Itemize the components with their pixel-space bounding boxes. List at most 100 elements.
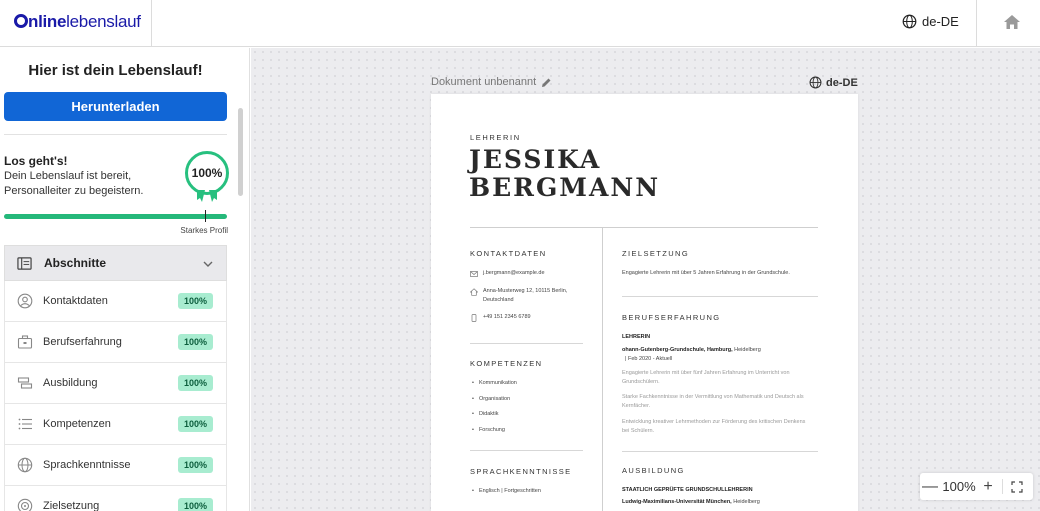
section-status-badge: 100% xyxy=(177,416,213,432)
section-status-badge: 100% xyxy=(177,498,213,511)
degree-title: STAATLICH GEPRÜFTE GRUNDSCHULLEHRERIN xyxy=(622,487,753,493)
phone-icon xyxy=(471,314,477,322)
job-bullet-3-line2: bei Schülern. xyxy=(622,428,655,434)
section-item-label: Ausbildung xyxy=(43,377,98,389)
top-divider xyxy=(976,0,977,47)
objective-text: Engagierte Lehrerin mit über 5 Jahren Er… xyxy=(622,270,790,276)
resume-last-name: BERGMANN xyxy=(469,173,661,202)
document-name-label: Dokument unbenannt xyxy=(431,76,537,88)
school-city: Heidelberg xyxy=(733,499,760,505)
resume-name: JESSIKA BERGMANN xyxy=(469,146,660,202)
section-item-label: Zielsetzung xyxy=(43,500,100,511)
resume-divider xyxy=(622,296,818,297)
sections-icon xyxy=(17,256,32,270)
sections-label: Abschnitte xyxy=(44,256,107,270)
section-item-ausbildung[interactable]: Ausbildung 100% xyxy=(4,363,227,404)
section-item-label: Berufserfahrung xyxy=(43,336,122,348)
experience-heading: BERUFSERFAHRUNG xyxy=(622,313,721,322)
resume-email: j.bergmann@example.de xyxy=(483,270,545,276)
editor-canvas: Dokument unbenannt de-DE LEHRERIN JESSIK… xyxy=(251,48,1040,511)
completion-badge: 100% xyxy=(185,151,229,195)
logo-text: lebenslauf xyxy=(66,12,141,31)
section-item-kompetenzen[interactable]: Kompetenzen 100% xyxy=(4,404,227,445)
section-item-kontaktdaten[interactable]: Kontaktdaten 100% xyxy=(4,281,227,322)
fullscreen-icon[interactable] xyxy=(1011,480,1023,493)
top-bar: nlinelebenslauf de-DE xyxy=(0,0,1040,47)
skills-heading: KOMPETENZEN xyxy=(470,359,543,368)
progress-marker xyxy=(205,210,206,222)
sidebar-title: Hier ist dein Lebenslauf! xyxy=(28,62,203,79)
section-status-badge: 100% xyxy=(177,293,213,309)
home-icon[interactable] xyxy=(1003,13,1021,31)
section-item-label: Sprachkenntnisse xyxy=(43,459,131,471)
section-item-label: Kompetenzen xyxy=(43,418,111,430)
job-bullet-2-line1: Starke Fachkenntnisse in der Vermittlung… xyxy=(622,394,804,400)
home-icon xyxy=(470,288,478,296)
logo[interactable]: nlinelebenslauf xyxy=(14,12,141,32)
language-selector[interactable]: de-DE xyxy=(902,14,959,29)
list-icon xyxy=(18,418,32,430)
chevron-down-icon xyxy=(203,261,213,267)
top-divider xyxy=(151,0,152,47)
resume-address-line1: Anna-Musterweg 12, 10115 Berlin, xyxy=(483,288,568,294)
section-item-sprachkenntnisse[interactable]: Sprachkenntnisse 100% xyxy=(4,445,227,486)
resume-first-name: JESSIKA xyxy=(469,145,602,174)
section-status-badge: 100% xyxy=(177,334,213,350)
zoom-out-button[interactable]: — xyxy=(920,478,940,496)
zoom-control: — 100% + xyxy=(920,473,1033,500)
sections-accordion-header[interactable]: Abschnitte xyxy=(4,245,227,281)
job-bullet-1-line1: Engagierte Lehrerin mit über fünf Jahren… xyxy=(622,370,790,376)
resume-divider xyxy=(622,451,818,452)
sidebar-scrollbar[interactable] xyxy=(238,108,243,196)
resume-divider xyxy=(470,343,583,344)
skill-item: Forschung xyxy=(472,427,505,433)
profile-progress-bar xyxy=(4,214,227,219)
target-icon xyxy=(17,498,33,511)
job-employer: ohann-Gutenberg-Grundschule, Hamburg, He… xyxy=(622,346,761,355)
download-button[interactable]: Herunterladen xyxy=(4,92,227,121)
resume-page[interactable]: LEHRERIN JESSIKA BERGMANN KONTAKTDATEN j… xyxy=(431,94,858,511)
pencil-icon[interactable] xyxy=(541,77,552,88)
intro-title: Los geht's! xyxy=(4,154,68,168)
contact-icon xyxy=(17,293,33,309)
contact-heading: KONTAKTDATEN xyxy=(470,249,547,258)
globe-icon xyxy=(809,76,822,89)
sidebar: Hier ist dein Lebenslauf! Herunterladen … xyxy=(0,48,250,511)
briefcase-icon xyxy=(17,335,33,349)
school-name: Ludwig-Maximilians-Universität München, … xyxy=(622,498,760,507)
school-label: Ludwig-Maximilians-Universität München, xyxy=(622,499,732,505)
ribbon-icon xyxy=(197,190,217,202)
email-icon xyxy=(470,271,478,277)
logo-bold-text: nline xyxy=(28,12,67,31)
section-status-badge: 100% xyxy=(177,375,213,391)
section-item-zielsetzung[interactable]: Zielsetzung 100% xyxy=(4,486,227,511)
resume-divider xyxy=(470,227,818,228)
document-language-selector[interactable]: de-DE xyxy=(809,76,858,89)
skill-item: Kommunikation xyxy=(472,380,517,386)
document-name[interactable]: Dokument unbenannt xyxy=(431,76,552,88)
skill-item: Organisation xyxy=(472,396,510,402)
profile-progress-fill xyxy=(4,214,227,219)
zoom-separator xyxy=(1002,479,1003,494)
job-dates: | Feb 2020 - Aktuell xyxy=(625,356,673,362)
language-label: de-DE xyxy=(922,14,959,29)
job-bullet-3-line1: Entwicklung kreativer Lehrmethoden zur F… xyxy=(622,419,806,425)
divider xyxy=(4,134,227,135)
resume-column-divider xyxy=(602,227,603,511)
language-item: Englisch | Fortgeschritten xyxy=(472,488,541,494)
zoom-in-button[interactable]: + xyxy=(978,478,998,496)
globe-icon xyxy=(17,457,33,473)
zoom-value: 100% xyxy=(942,479,976,494)
resume-address-line2: Deutschland xyxy=(483,297,514,303)
resume-phone: +49 151 2345 6789 xyxy=(483,314,531,320)
progress-label: Starkes Profil xyxy=(180,226,228,235)
resume-role: LEHRERIN xyxy=(470,133,521,142)
section-item-berufserfahrung[interactable]: Berufserfahrung 100% xyxy=(4,322,227,363)
job-city: Heidelberg xyxy=(734,347,761,353)
job-bullet-1-line2: Grundschülern. xyxy=(622,379,660,385)
logo-o-icon xyxy=(14,14,28,28)
section-item-label: Kontaktdaten xyxy=(43,295,108,307)
globe-icon xyxy=(902,14,917,29)
skill-item: Didaktik xyxy=(472,411,499,417)
education-icon xyxy=(17,377,33,389)
